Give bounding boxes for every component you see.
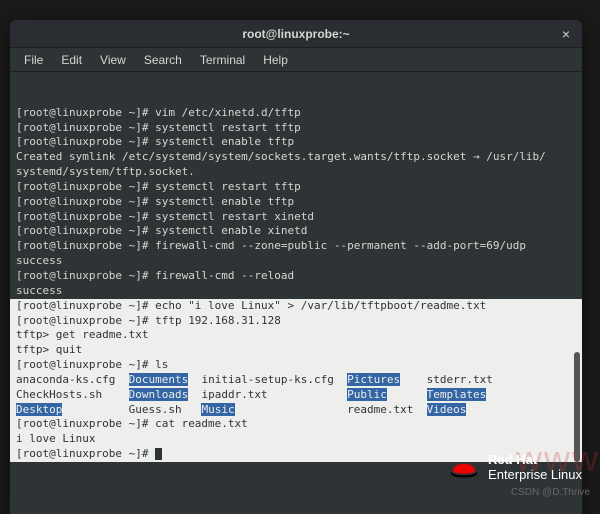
close-icon[interactable]: × <box>558 26 574 42</box>
csdn-attribution: CSDN @D.Thrive <box>511 487 590 498</box>
terminal-output-light: [root@linuxprobe ~]# echo "i love Linux"… <box>10 299 582 462</box>
redhat-branding: Red Hat Enterprise Linux <box>448 453 582 482</box>
window-title: root@linuxprobe:~ <box>242 27 349 41</box>
ls-dir: Videos <box>427 403 467 416</box>
ls-file: Guess.sh <box>129 403 182 416</box>
redhat-title: Red Hat <box>488 453 582 467</box>
ls-dir: Music <box>201 403 234 416</box>
terminal-viewport[interactable]: [root@linuxprobe ~]# vim /etc/xinetd.d/t… <box>10 72 582 514</box>
terminal-window: root@linuxprobe:~ × File Edit View Searc… <box>10 20 582 514</box>
ls-dir: Public <box>347 388 387 401</box>
redhat-icon <box>448 456 480 480</box>
ls-file: initial-setup-ks.cfg <box>201 373 333 386</box>
menu-edit[interactable]: Edit <box>53 51 90 69</box>
ls-file: ipaddr.txt <box>201 388 267 401</box>
titlebar[interactable]: root@linuxprobe:~ × <box>10 20 582 48</box>
menu-help[interactable]: Help <box>255 51 296 69</box>
ls-dir: Downloads <box>129 388 189 401</box>
ls-dir: Documents <box>129 373 189 386</box>
ls-file: anaconda-ks.cfg <box>16 373 115 386</box>
ls-file: stderr.txt <box>427 373 493 386</box>
menu-search[interactable]: Search <box>136 51 190 69</box>
menu-file[interactable]: File <box>16 51 51 69</box>
terminal-output-dark: [root@linuxprobe ~]# vim /etc/xinetd.d/t… <box>16 106 576 299</box>
redhat-subtitle: Enterprise Linux <box>488 468 582 482</box>
ls-dir: Pictures <box>347 373 400 386</box>
ls-dir: Templates <box>427 388 487 401</box>
ls-file: CheckHosts.sh <box>16 388 102 401</box>
ls-file: readme.txt <box>347 403 413 416</box>
menu-view[interactable]: View <box>92 51 134 69</box>
menu-terminal[interactable]: Terminal <box>192 51 253 69</box>
menubar: File Edit View Search Terminal Help <box>10 48 582 72</box>
cursor-icon <box>155 448 162 460</box>
ls-dir: Desktop <box>16 403 62 416</box>
